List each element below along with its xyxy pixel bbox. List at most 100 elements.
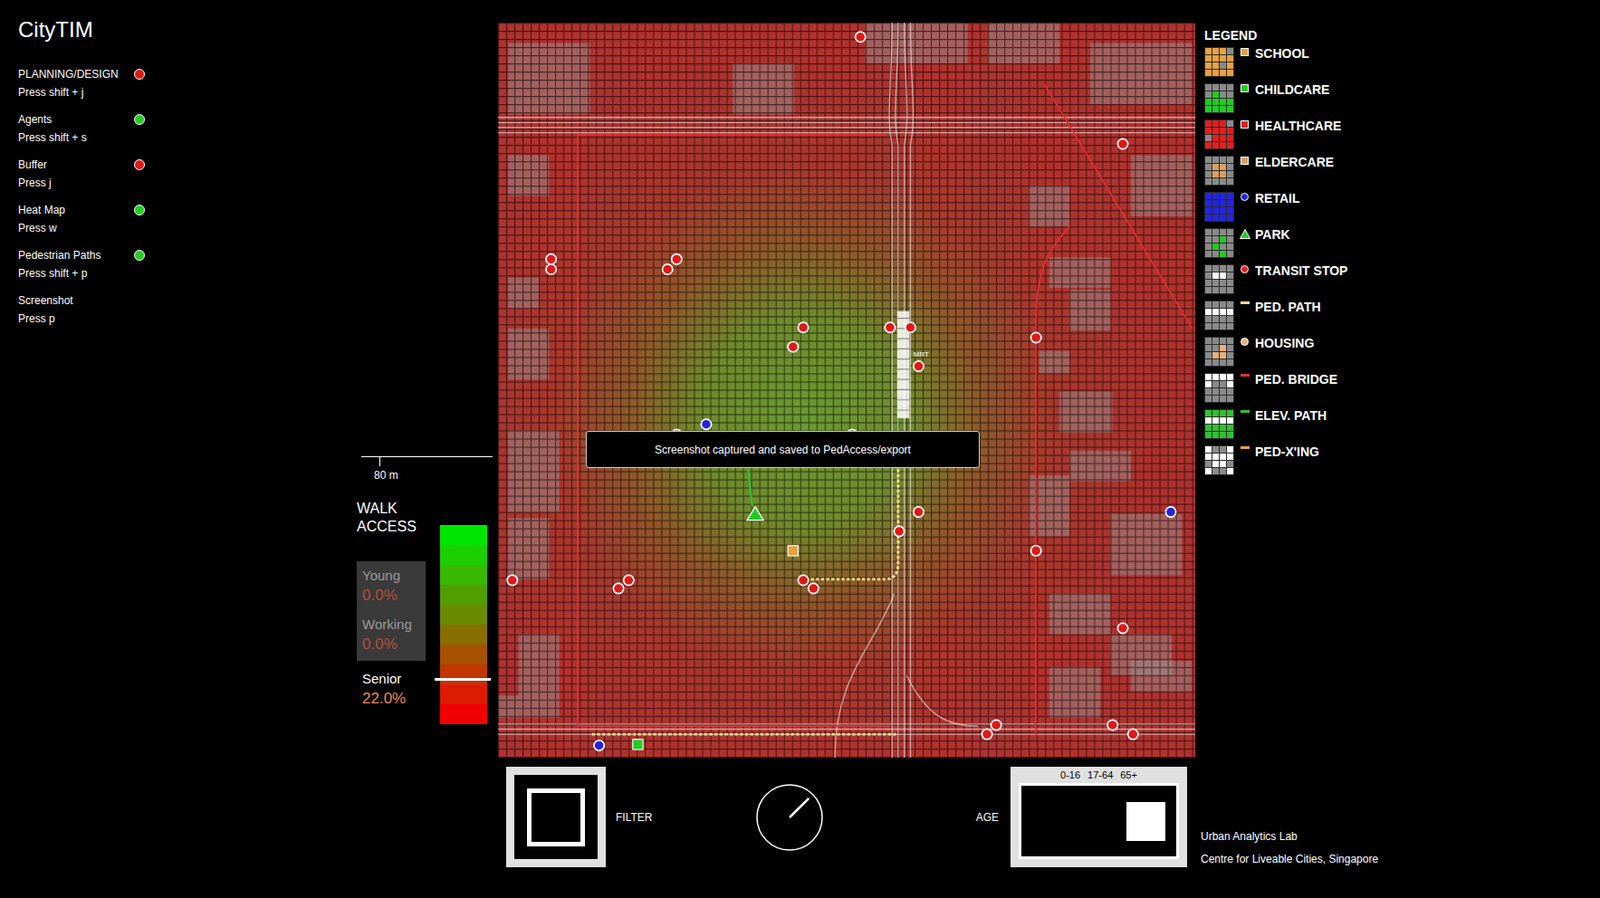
menu-item[interactable]: ScreenshotPress p — [18, 291, 145, 328]
legend-tile-icon — [1204, 47, 1235, 77]
legend-label: HOUSING — [1255, 336, 1314, 350]
age-group-list: Young0.0% Working0.0% Senior22.0% — [356, 561, 426, 725]
transit-stop-pin[interactable] — [893, 526, 904, 537]
legend-line-icon — [1240, 373, 1250, 377]
legend-item: ELEV. PATH — [1204, 409, 1600, 440]
transit-stop-pin[interactable] — [546, 264, 556, 275]
legend-tile-icon — [1204, 228, 1235, 259]
menu-hint: Press j — [18, 173, 52, 192]
transit-stop-pin[interactable] — [808, 583, 819, 594]
transit-stop-pin[interactable] — [1030, 332, 1041, 343]
legend-item: PARK — [1204, 228, 1600, 259]
toast: Screenshot captured and saved to PedAcce… — [585, 431, 980, 469]
legend-triangle-icon — [1239, 229, 1251, 240]
legend-label: SCHOOL — [1255, 47, 1310, 60]
age-label: AGE — [976, 810, 999, 825]
transit-stop-pin[interactable] — [913, 361, 924, 372]
transit-stop-pin[interactable] — [797, 322, 808, 333]
menu-item[interactable]: Heat MapPress w — [18, 201, 145, 238]
transit-stop-pin[interactable] — [913, 507, 924, 518]
legend-tile-icon — [1204, 373, 1235, 403]
transit-stop-pin[interactable] — [662, 264, 673, 275]
transit-stop-pin[interactable] — [507, 574, 518, 585]
legend-line-icon — [1240, 301, 1250, 305]
transit-stop-pin[interactable] — [671, 254, 682, 265]
walk-access-scale — [440, 525, 488, 725]
credits: Urban Analytics LabCentre for Liveable C… — [1200, 825, 1600, 872]
transit-stop-pin[interactable] — [981, 728, 992, 739]
menu-item[interactable]: Pedestrian PathsPress shift + p — [18, 246, 145, 283]
elev-path — [747, 469, 753, 507]
toggle-dot-icon[interactable] — [134, 204, 145, 216]
toggle-dot-icon[interactable] — [134, 114, 145, 125]
menu-label: Pedestrian Paths — [18, 246, 101, 265]
legend-tile-icon — [1204, 119, 1235, 150]
transit-stop-pin[interactable] — [905, 322, 916, 333]
transit-stop-pin[interactable] — [546, 254, 556, 265]
toggle-dot-icon[interactable] — [134, 68, 145, 80]
map-view: MRT Screenshot captured and saved to PedA… — [498, 22, 1196, 758]
transit-stop-pin[interactable] — [1117, 622, 1128, 633]
retail-pin[interactable] — [700, 419, 711, 430]
transit-stop-pin[interactable] — [787, 342, 798, 353]
legend-circle-icon — [1240, 192, 1249, 202]
park-pin[interactable] — [747, 507, 764, 521]
toggle-dot-icon[interactable] — [134, 249, 145, 261]
school-pin[interactable] — [787, 546, 798, 556]
scale-bar: 80 m — [361, 456, 493, 489]
legend-tile-icon — [1204, 264, 1235, 295]
transit-stop-pin[interactable] — [1107, 719, 1118, 730]
legend-square-icon — [1240, 47, 1249, 57]
age-option-label[interactable]: 17-64 — [1087, 768, 1113, 782]
age-option-label[interactable]: 0-16 — [1060, 768, 1081, 782]
menu-panel: CityTIMPLANNING/DESIGNPress shift + jAge… — [0, 0, 499, 328]
transit-stop-pin[interactable] — [797, 574, 808, 585]
legend: LEGENDSCHOOLCHILDCAREHEALTHCAREELDERCARE… — [1204, 0, 1600, 476]
legend-label: PED. PATH — [1255, 300, 1322, 314]
legend-tile-icon — [1204, 155, 1235, 186]
legend-square-icon — [1240, 156, 1249, 165]
childcare-pin[interactable] — [632, 739, 643, 750]
filter-box[interactable] — [506, 766, 606, 868]
legend-label: ELEV. PATH — [1255, 409, 1327, 422]
legend-circle-icon — [1240, 265, 1249, 274]
menu-item[interactable]: AgentsPress shift + s — [18, 110, 145, 147]
legend-tile-icon — [1204, 83, 1235, 114]
transit-stop-pin[interactable] — [991, 719, 1002, 730]
menu-list: PLANNING/DESIGNPress shift + j AgentsPres… — [18, 65, 145, 328]
age-option-label[interactable]: 65+ — [1120, 768, 1138, 782]
age-group[interactable]: Working0.0% — [356, 615, 426, 656]
controls-row: FILTER AGE 0-16 17-64 65+ — [498, 766, 1196, 868]
transit-stop-pin[interactable] — [884, 322, 895, 333]
age-selector[interactable]: 0-16 17-64 65+ — [1010, 766, 1188, 868]
menu-item[interactable]: PLANNING/DESIGNPress shift + j — [18, 65, 145, 102]
transit-stop-pin[interactable] — [613, 583, 623, 594]
legend-tile-icon — [1204, 409, 1235, 440]
menu-item[interactable]: BufferPress j — [18, 155, 145, 192]
legend-item: PED. BRIDGE — [1204, 373, 1600, 403]
transit-stop-pin[interactable] — [1117, 138, 1128, 149]
heat-map[interactable]: MRT — [498, 22, 1196, 758]
age-group[interactable]: Young0.0% — [356, 566, 426, 607]
transit-stop-pin[interactable] — [623, 574, 634, 585]
legend-label: PED-X'ING — [1255, 445, 1320, 459]
retail-pin[interactable] — [1165, 507, 1176, 518]
station-label: MRT — [913, 350, 930, 359]
dial-icon[interactable] — [755, 783, 824, 853]
ped-path — [592, 469, 899, 735]
legend-item: HEALTHCARE — [1204, 119, 1600, 150]
legend-item: CHILDCARE — [1204, 83, 1600, 114]
filter-label: FILTER — [615, 810, 652, 825]
transit-stop-pin[interactable] — [1030, 546, 1041, 556]
legend-label: RETAIL — [1255, 191, 1301, 205]
scale-marker[interactable] — [434, 678, 491, 681]
legend-tile-icon — [1204, 300, 1235, 331]
age-group-selected[interactable]: Senior22.0% — [356, 670, 426, 710]
legend-label: CHILDCARE — [1255, 83, 1330, 96]
transit-stop-pin[interactable] — [1128, 728, 1139, 739]
transit-stop-pin[interactable] — [855, 31, 866, 42]
legend-tile-icon — [1204, 445, 1235, 476]
retail-pin[interactable] — [594, 740, 604, 751]
menu-hint: Press w — [18, 219, 66, 238]
toggle-dot-icon[interactable] — [134, 159, 145, 171]
